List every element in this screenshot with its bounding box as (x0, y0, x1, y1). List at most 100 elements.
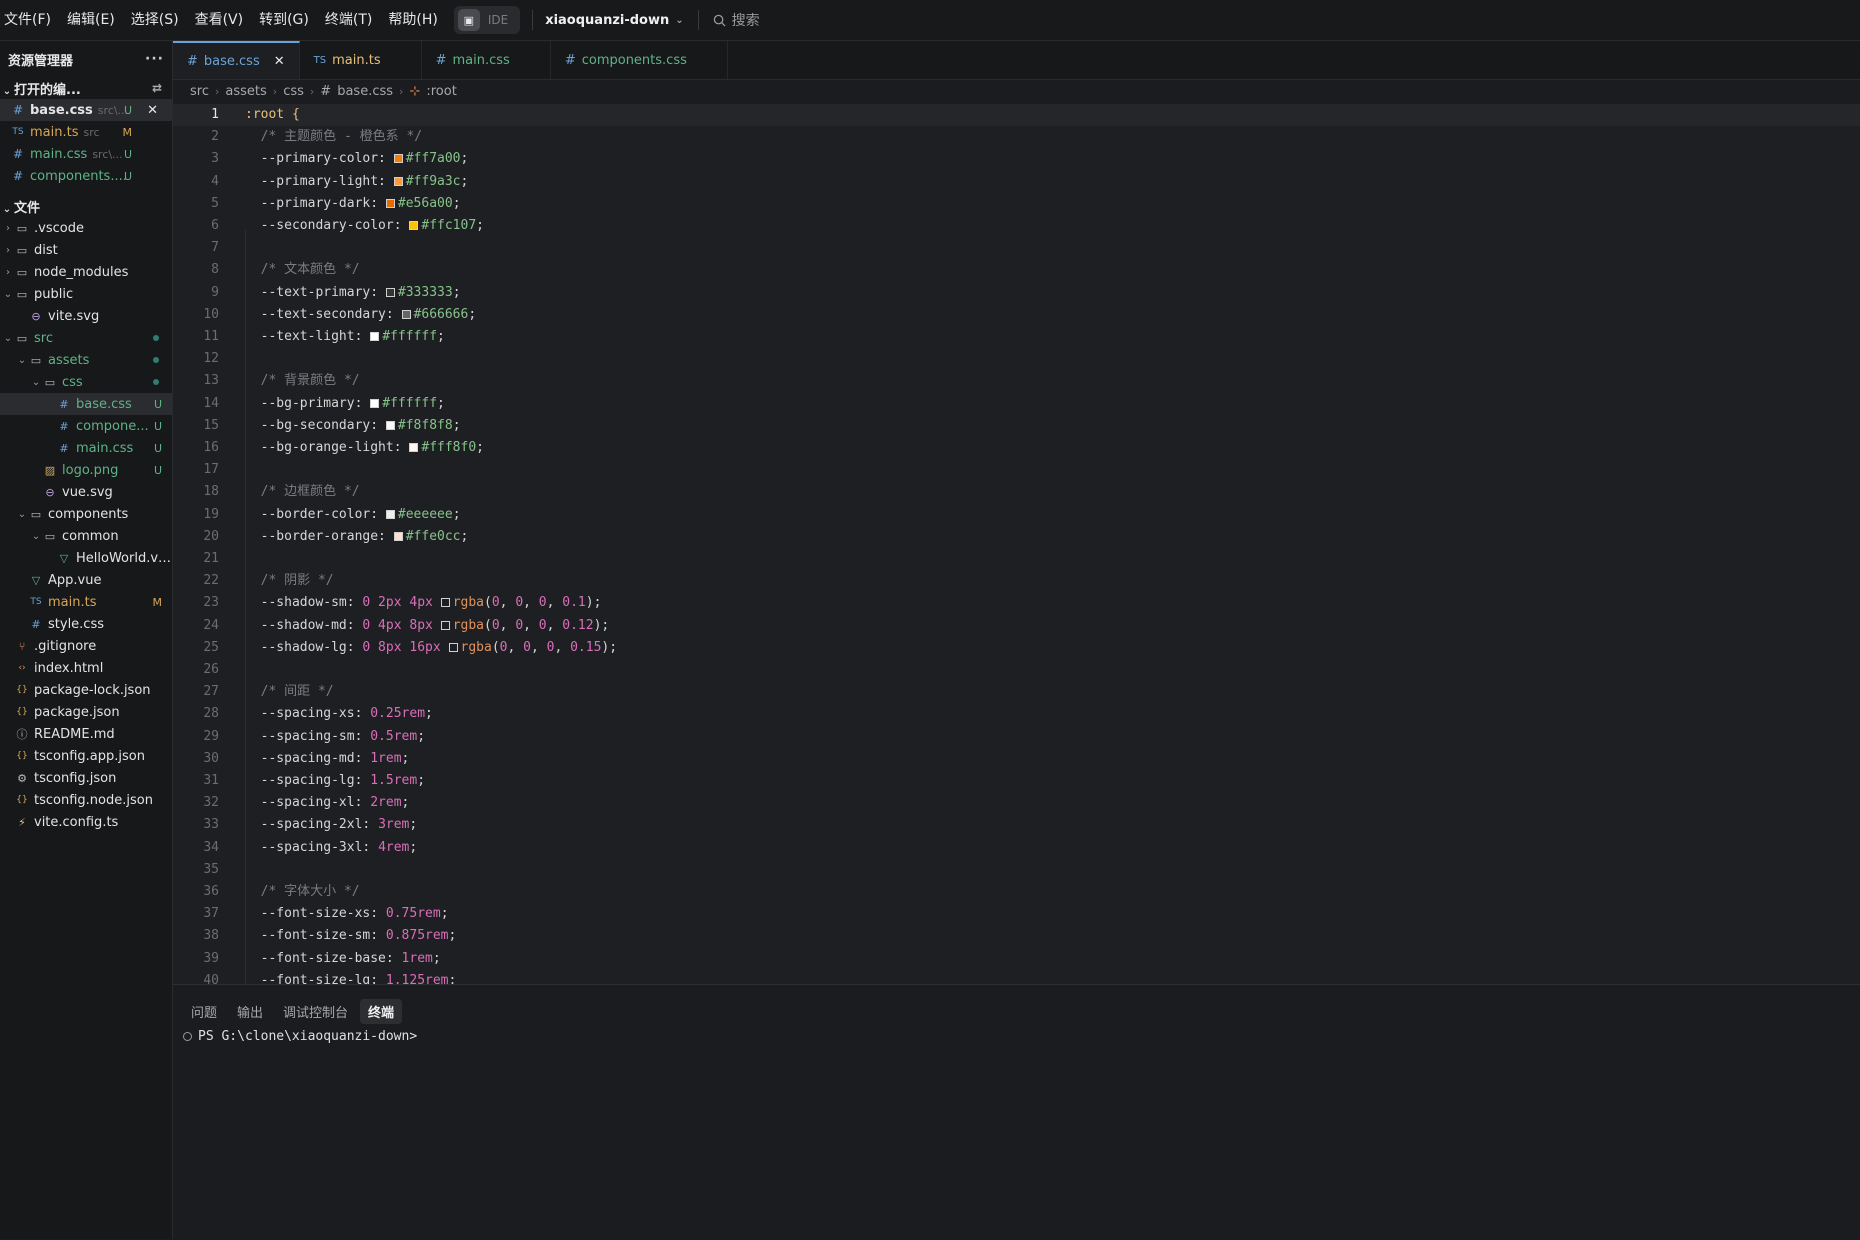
open-editors-header[interactable]: ⌄ 打开的编... ⇄ (0, 77, 172, 99)
color-swatch[interactable] (385, 420, 395, 430)
tree-item[interactable]: › ▭ node_modules (0, 261, 172, 283)
menu-item[interactable]: 选择(S) (123, 0, 187, 40)
panel-tab[interactable]: 问题 (183, 999, 225, 1024)
open-editor-item[interactable]: # main.css src\... U (0, 143, 172, 165)
panel-tab[interactable]: 调试控制台 (275, 999, 356, 1024)
tree-item[interactable]: ⑂ .gitignore (0, 635, 172, 657)
open-editor-path: src (83, 125, 100, 139)
ide-toggle[interactable]: ▣ IDE (453, 6, 521, 34)
color-swatch[interactable] (385, 509, 395, 519)
open-editor-item[interactable]: # components.... U (0, 165, 172, 187)
code-token: --font-size-sm: (245, 928, 386, 944)
code-token: --font-size-base: (245, 950, 402, 966)
toggle-layout-icon[interactable]: ⇄ (152, 81, 162, 95)
tree-item[interactable]: {} tsconfig.app.json (0, 745, 172, 767)
tab-components-css[interactable]: # components.css (551, 41, 728, 79)
tree-item[interactable]: ⊖ vite.svg (0, 305, 172, 327)
breadcrumb-item[interactable]: :root (426, 84, 456, 99)
tree-item[interactable]: ⌄ ▭ assets (0, 349, 172, 371)
tree-item[interactable]: ⌄ ▭ components (0, 503, 172, 525)
code-content: --text-primary: #333333; (245, 282, 461, 304)
tree-item[interactable]: {} tsconfig.node.json (0, 789, 172, 811)
panel-tab[interactable]: 输出 (229, 999, 271, 1024)
code-token: ( (491, 639, 500, 655)
tree-item-name: dist (34, 242, 58, 258)
tree-item[interactable]: # base.css U (0, 393, 172, 415)
color-swatch[interactable] (385, 198, 395, 208)
color-swatch[interactable] (393, 154, 403, 164)
code-line: 33 --spacing-2xl: 3rem; (173, 814, 1860, 836)
menu-item[interactable]: 转到(G) (251, 0, 317, 40)
color-swatch[interactable] (409, 443, 419, 452)
project-switcher[interactable]: xiaoquanzi-down ⌄ (545, 13, 683, 28)
code-token: --text-primary: (245, 284, 386, 300)
code-token: --shadow-md: (245, 617, 363, 633)
tree-item[interactable]: ⓘ README.md (0, 723, 172, 745)
tree-item[interactable]: TS main.ts M (0, 591, 172, 613)
menu-item[interactable]: 文件(F) (0, 0, 59, 40)
tree-item[interactable]: ⌄ ▭ css (0, 371, 172, 393)
tree-item[interactable]: ⚙ tsconfig.json (0, 767, 172, 789)
tree-item[interactable]: ⌄ ▭ src (0, 327, 172, 349)
tree-item[interactable]: ▨ logo.png U (0, 459, 172, 481)
code-token: --border-orange: (245, 528, 394, 544)
code-content: --text-light: #ffffff; (245, 326, 445, 348)
tab-main-css[interactable]: # main.css (422, 41, 551, 79)
tab-main-ts[interactable]: TS main.ts (300, 41, 422, 79)
line-number: 35 (203, 861, 219, 877)
close-tab-icon[interactable]: ✕ (274, 54, 285, 69)
terminal[interactable]: PS G:\clone\xiaoquanzi-down> (183, 1029, 417, 1044)
color-swatch[interactable] (370, 332, 380, 341)
tree-item[interactable]: # main.css U (0, 437, 172, 459)
color-swatch[interactable] (393, 531, 403, 541)
tree-item[interactable]: › ▭ .vscode (0, 217, 172, 239)
tree-item[interactable]: ⌄ ▭ common (0, 525, 172, 547)
panel-tab[interactable]: 终端 (360, 999, 403, 1024)
breadcrumb-item[interactable]: src (190, 84, 209, 99)
breadcrumb-item[interactable]: assets (225, 84, 266, 99)
menu-item[interactable]: 查看(V) (187, 0, 252, 40)
menu-item[interactable]: 编辑(E) (59, 0, 123, 40)
color-swatch[interactable] (440, 598, 450, 608)
breadcrumb-item[interactable]: css (283, 84, 304, 99)
tree-item[interactable]: ▽ App.vue (0, 569, 172, 591)
color-swatch[interactable] (370, 398, 380, 408)
color-swatch[interactable] (409, 221, 419, 230)
color-swatch[interactable] (440, 620, 450, 630)
tree-item[interactable]: ▽ HelloWorld.vue (0, 547, 172, 569)
tab-base-css[interactable]: # base.css ✕ (173, 41, 300, 79)
code-token: --spacing-3xl: (245, 839, 379, 855)
search-icon (713, 14, 726, 27)
menu-item[interactable]: 帮助(H) (380, 0, 445, 40)
tree-item[interactable]: ‹› index.html (0, 657, 172, 679)
search-box[interactable]: 搜索 (697, 10, 760, 30)
tree-item[interactable]: › ▭ dist (0, 239, 172, 261)
image-file-icon: ▨ (44, 463, 56, 477)
tree-item[interactable]: # compone... U (0, 415, 172, 437)
files-header[interactable]: ⌄ 文件 (0, 195, 172, 217)
color-swatch[interactable] (448, 642, 458, 652)
open-editor-item[interactable]: # base.css src\... U ✕ (0, 99, 172, 121)
typescript-file-icon: TS (30, 597, 42, 607)
tree-item[interactable]: {} package.json (0, 701, 172, 723)
menu-item[interactable]: 终端(T) (317, 0, 380, 40)
tree-item-name: vite.svg (48, 308, 100, 324)
code-token: 0.1 (562, 595, 586, 611)
line-number: 33 (203, 817, 219, 833)
more-actions-icon[interactable]: ··· (145, 51, 164, 67)
close-icon[interactable]: ✕ (147, 103, 158, 118)
color-swatch[interactable] (401, 309, 411, 319)
open-editor-item[interactable]: TS main.ts src M (0, 121, 172, 143)
code-editor[interactable]: 1:root {2 /* 主题颜色 - 橙色系 */3 --primary-co… (173, 104, 1860, 984)
tree-item[interactable]: ⊖ vue.svg (0, 481, 172, 503)
line-number: 36 (203, 884, 219, 899)
tree-item[interactable]: # style.css (0, 613, 172, 635)
tree-item[interactable]: ⚡ vite.config.ts (0, 811, 172, 833)
breadcrumb-item[interactable]: base.css (337, 84, 393, 99)
line-number: 13 (203, 373, 219, 389)
code-token: ; (409, 817, 418, 833)
color-swatch[interactable] (393, 176, 403, 186)
tree-item[interactable]: {} package-lock.json (0, 679, 172, 701)
tree-item[interactable]: ⌄ ▭ public (0, 283, 172, 305)
color-swatch[interactable] (385, 287, 395, 297)
